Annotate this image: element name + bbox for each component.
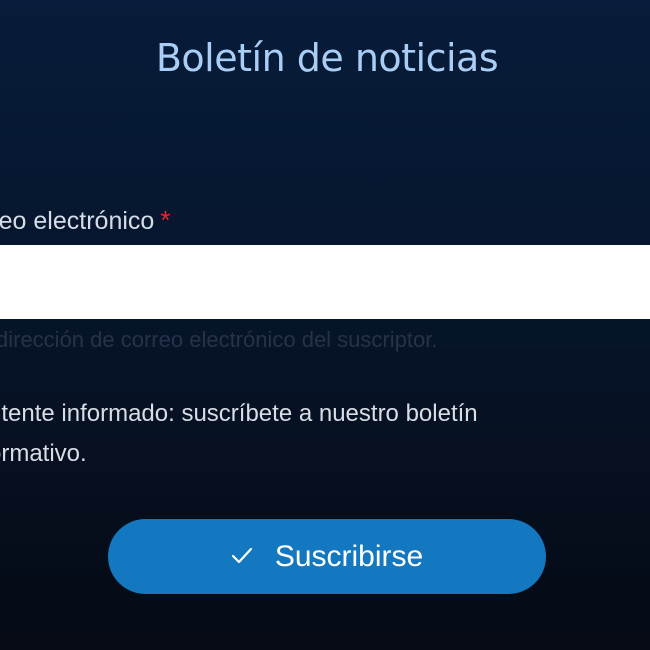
email-label-text: rreo electrónico bbox=[0, 207, 155, 235]
email-help-text: dirección de correo electrónico del susc… bbox=[0, 327, 438, 352]
subscribe-button[interactable]: Suscribirse bbox=[108, 519, 546, 594]
newsletter-title: Boletín de noticias bbox=[155, 36, 499, 80]
email-label: rreo electrónico* bbox=[0, 205, 170, 236]
newsletter-description: ntente informado: suscríbete a nuestro b… bbox=[0, 394, 608, 474]
description-line-1: ntente informado: suscríbete a nuestro b… bbox=[0, 400, 478, 427]
email-input[interactable] bbox=[0, 245, 650, 319]
newsletter-panel: Boletín de noticias rreo electrónico* di… bbox=[0, 0, 650, 650]
required-marker: * bbox=[160, 205, 171, 235]
description-line-2: ormativo. bbox=[0, 440, 87, 467]
check-icon bbox=[231, 547, 252, 563]
subscribe-button-label: Suscribirse bbox=[274, 539, 424, 573]
